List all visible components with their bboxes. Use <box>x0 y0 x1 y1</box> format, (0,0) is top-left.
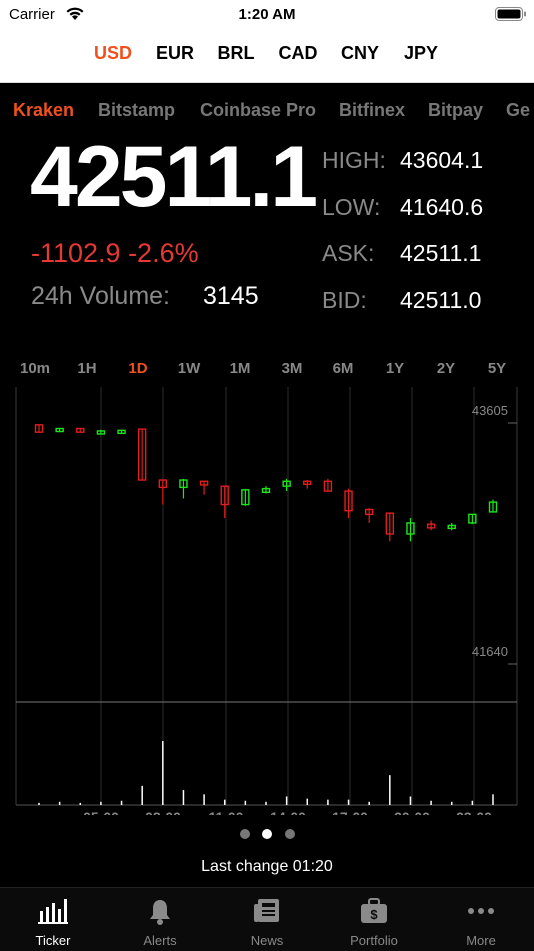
currency-selector: USD EUR BRL CAD CNY JPY <box>0 30 534 83</box>
x-tick-label-3: 14:00 <box>270 809 306 815</box>
status-bar: Carrier 1:20 AM <box>0 0 534 30</box>
exchange-tab-bitpay[interactable]: Bitpay <box>428 100 483 121</box>
tab-news[interactable]: News <box>214 888 320 951</box>
page-indicator <box>0 829 534 839</box>
y-tick-label-0: 43605 <box>472 403 508 418</box>
x-tick-label-0: 05:00 <box>83 809 119 815</box>
tab-label: More <box>466 933 496 948</box>
x-tick-label-5: 20:00 <box>394 809 430 815</box>
range-tab-1y[interactable]: 1Y <box>386 360 404 377</box>
clock: 1:20 AM <box>238 6 296 23</box>
exchange-tab-coinbase-pro[interactable]: Coinbase Pro <box>200 100 316 121</box>
battery-icon <box>495 7 526 21</box>
tab-label: Ticker <box>35 933 71 948</box>
bell-icon <box>147 898 173 931</box>
chart-bars-icon <box>38 898 68 929</box>
bid-label: BID: <box>322 287 367 313</box>
currency-usd[interactable]: USD <box>94 43 132 64</box>
low-label: LOW: <box>322 194 381 220</box>
last-change-label: Last change 01:20 <box>201 858 333 875</box>
page-dot-2[interactable] <box>285 829 295 839</box>
range-tab-6m[interactable]: 6M <box>333 360 354 377</box>
exchange-tab-kraken[interactable]: Kraken <box>13 100 74 121</box>
tab-portfolio[interactable]: $ Portfolio <box>321 888 427 951</box>
range-tab-10m[interactable]: 10m <box>20 360 50 377</box>
tab-more[interactable]: More <box>428 888 534 951</box>
last-price: 42511.1 <box>30 129 318 225</box>
exchange-tab-bitstamp[interactable]: Bitstamp <box>98 100 175 121</box>
high-label: HIGH: <box>322 147 386 173</box>
newspaper-icon <box>253 898 281 929</box>
range-tab-5y[interactable]: 5Y <box>488 360 506 377</box>
currency-jpy[interactable]: JPY <box>404 43 438 64</box>
high-value: 43604.1 <box>400 147 484 173</box>
more-dots-icon <box>466 898 496 929</box>
tab-label: Alerts <box>143 933 177 948</box>
ask-label: ASK: <box>322 240 375 266</box>
tab-label: News <box>250 933 284 948</box>
currency-cad[interactable]: CAD <box>279 43 318 64</box>
currency-eur[interactable]: EUR <box>156 43 194 64</box>
currency-cny[interactable]: CNY <box>341 43 379 64</box>
tab-ticker[interactable]: Ticker <box>0 888 106 951</box>
low-value: 41640.6 <box>400 194 484 220</box>
tab-label: Portfolio <box>350 933 398 948</box>
price-change: -1102.9 -2.6% <box>31 238 199 268</box>
x-tick-label-2: 11:00 <box>208 809 243 815</box>
range-tab-1m[interactable]: 1M <box>230 360 251 377</box>
range-tab-2y[interactable]: 2Y <box>437 360 455 377</box>
x-tick-label-6: 23:00 <box>456 809 492 815</box>
y-tick-label-1: 41640 <box>472 644 508 659</box>
ask-value: 42511.1 <box>400 240 482 266</box>
range-tab-1w[interactable]: 1W <box>178 360 201 377</box>
currency-brl[interactable]: BRL <box>218 43 255 64</box>
bid-value: 42511.0 <box>400 287 482 313</box>
exchange-tab-bitfinex[interactable]: Bitfinex <box>339 100 405 121</box>
x-tick-label-1: 08:00 <box>145 809 181 815</box>
volume-label: 24h Volume: <box>31 282 170 310</box>
tab-bar: Ticker Alerts News $ Portfolio More <box>0 887 534 951</box>
exchange-tab-ge[interactable]: Ge <box>506 100 530 121</box>
range-tab-1d[interactable]: 1D <box>128 360 147 377</box>
page-dot-1[interactable] <box>262 829 272 839</box>
range-tab-3m[interactable]: 3M <box>282 360 303 377</box>
svg-text:$: $ <box>370 907 378 922</box>
tab-alerts[interactable]: Alerts <box>107 888 213 951</box>
volume-value: 3145 <box>203 282 259 310</box>
briefcase-icon: $ <box>360 898 388 929</box>
price-chart[interactable]: 43605 41640 05:00 08:00 11:00 14:00 17:00 20:00… <box>0 385 534 815</box>
page-dot-0[interactable] <box>240 829 250 839</box>
range-tab-1h[interactable]: 1H <box>77 360 96 377</box>
x-tick-label-4: 17:00 <box>332 809 368 815</box>
